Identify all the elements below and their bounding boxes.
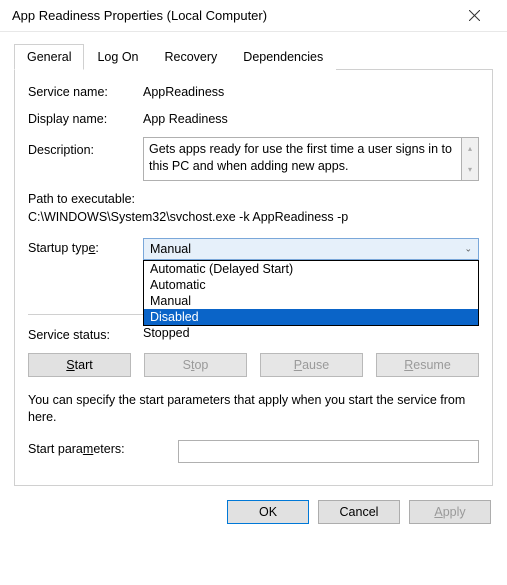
title-bar: App Readiness Properties (Local Computer… (0, 0, 507, 32)
path-value: C:\WINDOWS\System32\svchost.exe -k AppRe… (28, 210, 479, 224)
start-parameters-input[interactable] (178, 440, 479, 463)
resume-button: Resume (376, 353, 479, 377)
parameters-note: You can specify the start parameters tha… (28, 392, 479, 426)
apply-button: Apply (409, 500, 491, 524)
service-status-label: Service status: (28, 326, 143, 342)
cancel-button[interactable]: Cancel (318, 500, 400, 524)
start-parameters-label: Start parameters: (28, 440, 178, 456)
scroll-down-icon[interactable]: ▾ (462, 159, 478, 180)
description-label: Description: (28, 137, 143, 157)
option-manual[interactable]: Manual (144, 293, 478, 309)
window-title: App Readiness Properties (Local Computer… (12, 8, 267, 23)
chevron-down-icon: ⌄ (464, 244, 472, 255)
stop-button: Stop (144, 353, 247, 377)
tab-dependencies[interactable]: Dependencies (230, 44, 336, 70)
tab-log-on[interactable]: Log On (84, 44, 151, 70)
description-textarea[interactable]: Gets apps ready for use the first time a… (143, 137, 462, 181)
pause-button: Pause (260, 353, 363, 377)
close-icon (469, 10, 480, 21)
service-status-value: Stopped (143, 326, 190, 342)
description-scrollbar[interactable]: ▴ ▾ (462, 137, 479, 181)
startup-type-dropdown: Automatic (Delayed Start) Automatic Manu… (143, 260, 479, 326)
close-button[interactable] (452, 1, 497, 31)
start-button[interactable]: Start (28, 353, 131, 377)
service-name-value: AppReadiness (143, 83, 479, 99)
option-automatic[interactable]: Automatic (144, 277, 478, 293)
ok-button[interactable]: OK (227, 500, 309, 524)
general-panel: Service name: AppReadiness Display name:… (14, 70, 493, 486)
dialog-footer: OK Cancel Apply (0, 486, 507, 538)
service-name-label: Service name: (28, 83, 143, 99)
startup-type-select[interactable]: Manual ⌄ (143, 238, 479, 260)
tabs: General Log On Recovery Dependencies (14, 43, 493, 70)
display-name-label: Display name: (28, 110, 143, 126)
startup-type-label: Startup type: (28, 241, 99, 255)
tab-general[interactable]: General (14, 44, 84, 70)
path-label: Path to executable: (28, 192, 479, 206)
startup-type-value: Manual (150, 242, 191, 256)
option-disabled[interactable]: Disabled (144, 309, 478, 325)
display-name-value: App Readiness (143, 110, 479, 126)
tab-recovery[interactable]: Recovery (152, 44, 231, 70)
option-automatic-delayed[interactable]: Automatic (Delayed Start) (144, 261, 478, 277)
scroll-up-icon[interactable]: ▴ (462, 138, 478, 159)
